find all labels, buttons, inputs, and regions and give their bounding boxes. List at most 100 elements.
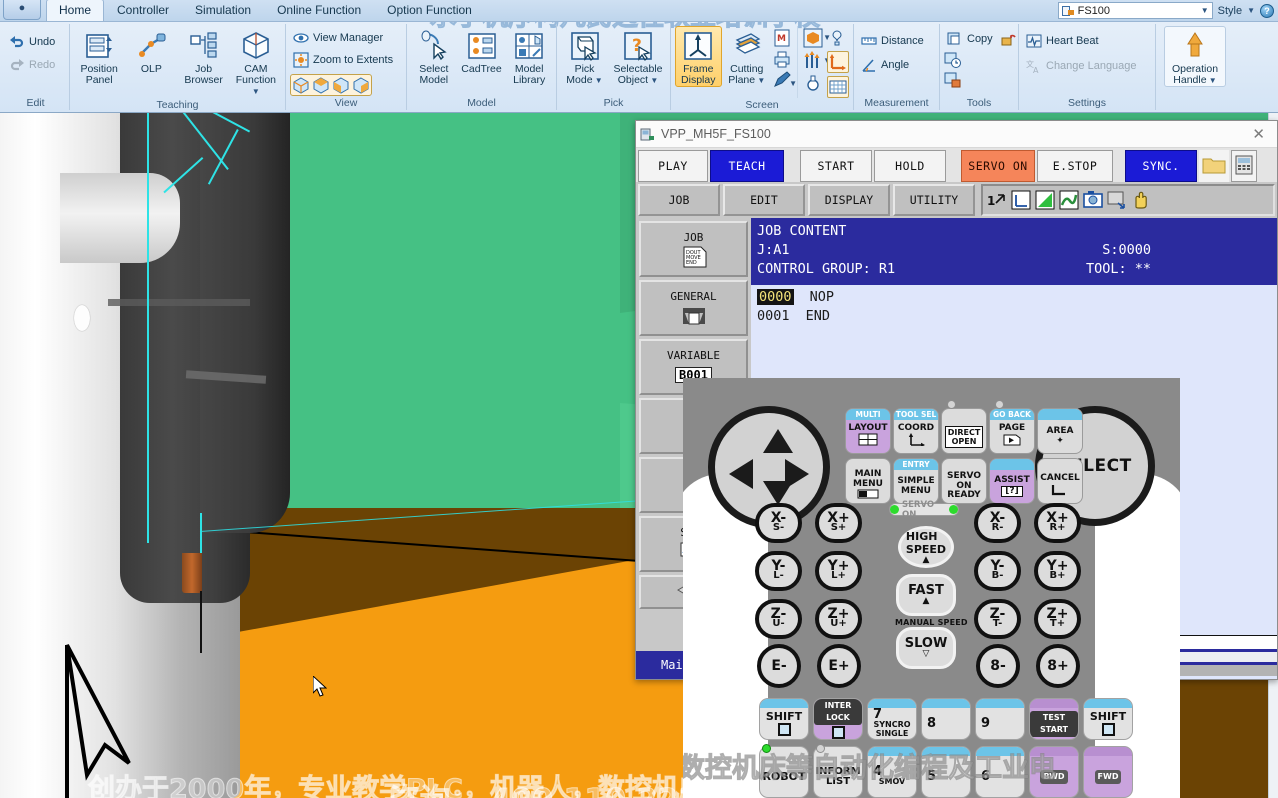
camera-icon[interactable] — [1082, 189, 1104, 211]
page-key[interactable]: GO BACK PAGE — [989, 408, 1035, 454]
axis-key-b-plus[interactable]: Y+ B+ — [1034, 551, 1081, 591]
interlock-key[interactable]: INTER LOCK — [813, 698, 863, 740]
coord-key[interactable]: TOOL SEL COORD — [893, 408, 939, 454]
close-icon[interactable]: ✕ — [1244, 125, 1273, 143]
tab-utility[interactable]: UTILITY — [893, 184, 975, 216]
bulb-icon[interactable] — [803, 74, 825, 94]
chevron-down-icon[interactable]: ▼ — [593, 76, 603, 85]
axis-key-r-minus[interactable]: X- R- — [974, 503, 1021, 543]
position-panel-button[interactable]: Position Panel — [74, 26, 124, 87]
axis-key-t-minus[interactable]: Z- T- — [974, 599, 1021, 639]
axes-icon[interactable] — [827, 51, 849, 73]
unlock-icon[interactable] — [1000, 31, 1016, 47]
view-manager-button[interactable]: View Manager — [290, 28, 386, 48]
undo-button[interactable]: Undo — [6, 32, 58, 52]
tab-simulation[interactable]: Simulation — [182, 0, 264, 21]
tab-home[interactable]: Home — [46, 0, 105, 21]
tab-controller[interactable]: Controller — [104, 0, 182, 21]
virtual-pendant-button[interactable] — [1231, 150, 1257, 182]
simple-menu-key[interactable]: ENTRY SIMPLE MENU — [893, 458, 939, 504]
chevron-down-icon[interactable]: ▼ — [648, 76, 658, 85]
tab-option-function[interactable]: Option Function — [374, 0, 485, 21]
axis-key-z-minus[interactable]: Z- U- — [755, 599, 802, 639]
servo-on-ready-key[interactable]: . SERVO ON READY — [941, 458, 987, 504]
printer-icon[interactable] — [772, 49, 792, 69]
cancel-key[interactable]: . CANCEL — [1037, 458, 1083, 504]
application-menu-button[interactable]: ● — [3, 0, 41, 20]
fast-key[interactable]: FAST ▲ — [896, 574, 956, 616]
sidebar-item-general[interactable]: GENERAL — [639, 280, 748, 336]
bwd-key[interactable]: BWD — [1029, 746, 1079, 798]
key-6[interactable]: 6 — [975, 746, 1025, 798]
light-icon[interactable] — [827, 28, 849, 48]
tab-online-function[interactable]: Online Function — [264, 0, 374, 21]
olp-button[interactable]: OLP — [126, 26, 176, 76]
area-key[interactable]: AREA ✦ — [1037, 408, 1083, 454]
chevron-down-icon[interactable]: ▼ — [1207, 76, 1217, 85]
angle-button[interactable]: Angle — [858, 55, 912, 75]
view-front-icon[interactable] — [332, 76, 350, 94]
style-label[interactable]: Style — [1218, 5, 1242, 17]
solid-view-icon[interactable]: ▼ — [803, 28, 831, 48]
open-folder-button[interactable] — [1199, 150, 1229, 182]
sync-button[interactable]: SYNC. — [1125, 150, 1197, 182]
speed-icon[interactable] — [1034, 189, 1056, 211]
axis-key-y-minus[interactable]: Y- L- — [755, 551, 802, 591]
frame-display-button[interactable]: Frame Display — [675, 26, 722, 87]
axis-key-e-minus[interactable]: E- — [757, 644, 801, 688]
layout-key[interactable]: MULTI LAYOUT — [845, 408, 891, 454]
tab-job[interactable]: JOB — [638, 184, 720, 216]
fwd-key[interactable]: FWD — [1083, 746, 1133, 798]
assist-key[interactable]: ASSIST [?] — [989, 458, 1035, 504]
step-icon[interactable]: 1 — [986, 189, 1008, 211]
axis-key-y-plus[interactable]: Y+ L+ — [815, 551, 862, 591]
shift-key-left[interactable]: SHIFT — [759, 698, 809, 740]
arrows-icon[interactable]: ▼ — [803, 51, 831, 71]
device-selector[interactable]: FS100 ▼ — [1057, 2, 1213, 19]
redo-button[interactable]: Redo — [6, 55, 58, 75]
tab-display[interactable]: DISPLAY — [808, 184, 890, 216]
teach-pendant-overlay[interactable]: SELECT MULTI LAYOUT TOOL SEL COORD . DIR… — [683, 378, 1180, 798]
servo-on-button[interactable]: SERVO ON — [961, 150, 1035, 182]
axis-key-8-minus[interactable]: 8- — [976, 644, 1020, 688]
axis-key-x-plus[interactable]: X+ S+ — [815, 503, 862, 543]
direct-open-key[interactable]: . DIRECTOPEN — [941, 408, 987, 454]
model-library-button[interactable]: Model Library — [506, 26, 552, 87]
pick-mode-button[interactable]: Pick Mode ▼ — [561, 26, 608, 87]
selectable-object-button[interactable]: ? Selectable Object ▼ — [610, 26, 666, 87]
coordinate-icon[interactable] — [1010, 189, 1032, 211]
job-line-row[interactable]: 0001 END — [757, 307, 1271, 326]
axis-key-b-minus[interactable]: Y- B- — [974, 551, 1021, 591]
hand-icon[interactable] — [1130, 189, 1152, 211]
zoom-to-extents-button[interactable]: Zoom to Extents — [290, 50, 396, 70]
key-7-syncro-single[interactable]: 7 SYNCRO SINGLE — [867, 698, 917, 740]
sidebar-item-job[interactable]: JOB DOUT MOVE END — [639, 221, 748, 277]
high-speed-key[interactable]: HIGH SPEED ▲ — [898, 526, 954, 568]
vpp-titlebar[interactable]: VPP_MH5F_FS100 ✕ — [636, 121, 1277, 148]
view-side-icon[interactable] — [352, 76, 370, 94]
distance-button[interactable]: Distance — [858, 31, 927, 51]
robot-key[interactable]: ROBOT — [759, 746, 809, 798]
key-9[interactable]: 9 — [975, 698, 1025, 740]
play-button[interactable]: PLAY — [638, 150, 708, 182]
teach-button[interactable]: TEACH — [710, 150, 784, 182]
test-start-key[interactable]: TEST START — [1029, 698, 1079, 740]
cursor-up-icon[interactable] — [763, 429, 793, 453]
export-icon[interactable] — [944, 71, 962, 89]
job-browser-button[interactable]: Job Browser — [179, 26, 229, 87]
weld-icon[interactable] — [1058, 189, 1080, 211]
grid-icon[interactable] — [827, 76, 849, 98]
tab-edit[interactable]: EDIT — [723, 184, 805, 216]
screen-capture-icon[interactable] — [1106, 189, 1128, 211]
axis-key-8-plus[interactable]: 8+ — [1036, 644, 1080, 688]
axis-key-z-plus[interactable]: Z+ U+ — [815, 599, 862, 639]
pen-icon[interactable]: ▼ — [772, 70, 797, 90]
select-model-button[interactable]: Select Model — [411, 26, 457, 87]
start-button[interactable]: START — [800, 150, 872, 182]
axis-key-x-minus[interactable]: X- S- — [755, 503, 802, 543]
copy-button[interactable]: Copy — [944, 29, 996, 49]
chevron-down-icon[interactable]: ▼ — [252, 87, 260, 96]
cursor-left-icon[interactable] — [729, 459, 753, 489]
slow-key[interactable]: SLOW ▽ — [896, 627, 956, 669]
main-menu-key[interactable]: . MAIN MENU — [845, 458, 891, 504]
